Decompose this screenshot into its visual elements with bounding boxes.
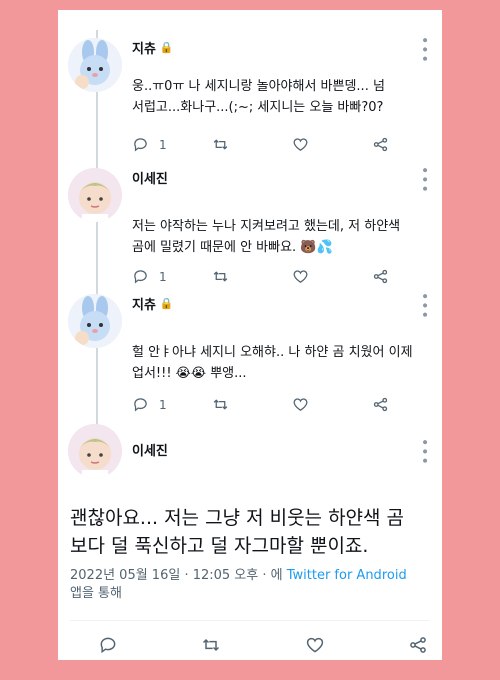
display-name[interactable]: 지츄	[132, 38, 156, 57]
display-name[interactable]: 이세진	[132, 168, 168, 187]
lock-icon: 🔒	[159, 297, 174, 310]
avatar[interactable]	[68, 38, 122, 92]
tweet-actions: 1	[132, 268, 392, 285]
more-options-icon[interactable]: •••	[416, 36, 432, 64]
heart-icon	[293, 138, 308, 151]
reply-button[interactable]: 1	[132, 396, 192, 413]
share-icon[interactable]	[408, 635, 428, 655]
main-tweet-text: 괜찮아요... 저는 그냥 저 비웃는 하얀색 곰 보다 덜 푹신하고 덜 자그…	[70, 507, 405, 557]
reply-count: 1	[159, 137, 167, 152]
heart-icon[interactable]	[305, 635, 325, 655]
display-name[interactable]: 지츄	[132, 294, 156, 313]
more-options-icon[interactable]: •••	[416, 166, 432, 194]
retweet-icon[interactable]	[201, 635, 221, 655]
avatar[interactable]	[68, 294, 122, 348]
reply-icon	[134, 270, 147, 284]
timestamp[interactable]: 2022년 05월 16일 · 12:05 오후 · 에	[70, 568, 287, 583]
tweet-text: 웅..ㅠ0ㅠ 나 세지니랑 놀아야해서 바쁜뎅... 넘 서럽고...화나구..…	[132, 79, 385, 115]
source-suffix: 앱을 통해	[70, 586, 122, 601]
more-options-icon[interactable]: •••	[416, 438, 432, 466]
retweet-button[interactable]	[212, 268, 272, 285]
share-icon	[373, 137, 388, 152]
retweet-button[interactable]	[212, 396, 272, 413]
tweet-thread-card: 지츄 🔒 ••• 웅..ㅠ0ㅠ 나 세지니랑 놀아야해서 바쁜뎅... 넘 서럽…	[58, 10, 442, 660]
reply-icon	[134, 138, 147, 152]
like-button[interactable]	[292, 396, 352, 413]
like-button[interactable]	[292, 268, 352, 285]
reply-count: 1	[159, 397, 167, 412]
lock-icon: 🔒	[159, 41, 174, 54]
share-button[interactable]	[372, 136, 392, 153]
reply-button[interactable]: 1	[132, 268, 192, 285]
tweet-actions: 1	[132, 136, 392, 153]
retweet-icon	[213, 399, 228, 410]
share-icon	[373, 269, 388, 284]
reply-count: 1	[159, 269, 167, 284]
tweet-text: 헐 안ㅑ아냐 세지니 오해햐.. 나 하얀 곰 치웠어 이제 업서!!! 😭😭 …	[132, 345, 413, 381]
avatar[interactable]	[68, 168, 122, 222]
share-button[interactable]	[372, 268, 392, 285]
divider	[70, 620, 430, 621]
avatar[interactable]	[68, 424, 122, 478]
display-name[interactable]: 이세진	[132, 440, 168, 459]
share-button[interactable]	[372, 396, 392, 413]
heart-icon	[293, 398, 308, 411]
reply-icon	[134, 398, 147, 412]
source-link[interactable]: Twitter for Android	[287, 568, 407, 583]
retweet-icon	[213, 271, 228, 282]
tweet-actions: 1	[132, 396, 392, 413]
share-icon	[373, 397, 388, 412]
reply-icon[interactable]	[98, 635, 118, 655]
heart-icon	[293, 270, 308, 283]
reply-button[interactable]: 1	[132, 136, 192, 153]
main-tweet-actions	[98, 635, 428, 655]
retweet-icon	[213, 139, 228, 150]
tweet-text: 저는 야작하는 누나 지켜보려고 했는데, 저 하얀색 곰에 밀렸기 때문에 안…	[132, 219, 401, 255]
retweet-button[interactable]	[212, 136, 272, 153]
tweet-metadata: 2022년 05월 16일 · 12:05 오후 · 에 Twitter for…	[70, 567, 430, 603]
like-button[interactable]	[292, 136, 352, 153]
more-options-icon[interactable]: •••	[416, 292, 432, 320]
